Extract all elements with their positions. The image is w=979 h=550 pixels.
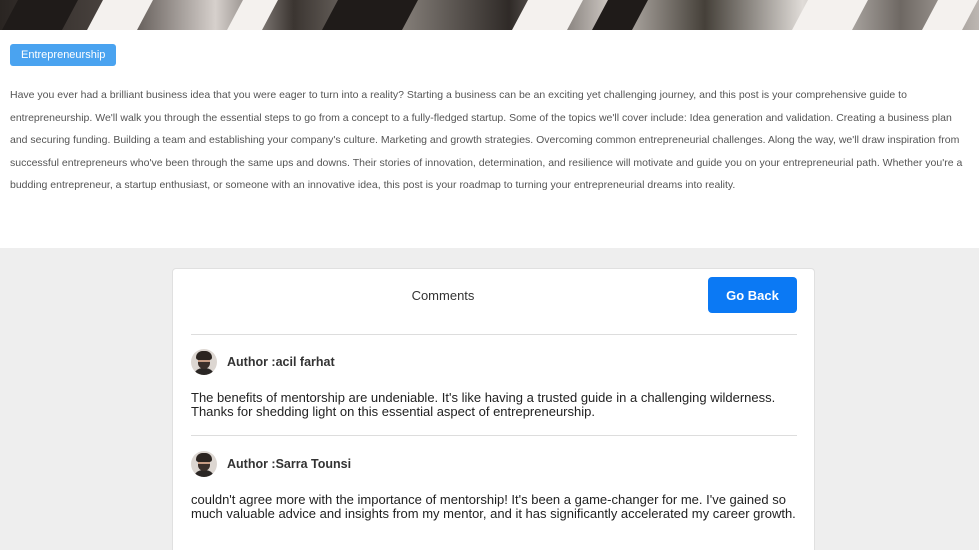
divider [191,435,797,436]
divider [191,334,797,335]
comment-text: The benefits of mentorship are undeniabl… [191,390,776,419]
comment-author: Author :Sarra Tounsi [227,457,352,471]
post-content: Entrepreneurship Have you ever had a bri… [0,30,979,248]
post-body-text: Have you ever had a brilliant business i… [10,89,963,191]
comments-panel: Comments Go Back Author :acil farhat The… [172,268,815,550]
comment-author: Author :acil farhat [227,355,335,369]
comment-header: Author :Sarra Tounsi [191,450,797,478]
comment-item: Author :Sarra Tounsi couldn't agree more… [191,450,797,521]
comment-text: couldn't agree more with the importance … [191,492,796,521]
go-back-button[interactable]: Go Back [708,277,797,313]
avatar-icon [191,451,217,477]
category-tag[interactable]: Entrepreneurship [10,44,117,66]
post-hero-image [0,0,979,30]
comment-header: Author :acil farhat [191,348,797,376]
comment-item: Author :acil farhat The benefits of ment… [191,348,797,419]
avatar-icon [191,349,217,375]
comments-title: Comments [411,288,475,303]
